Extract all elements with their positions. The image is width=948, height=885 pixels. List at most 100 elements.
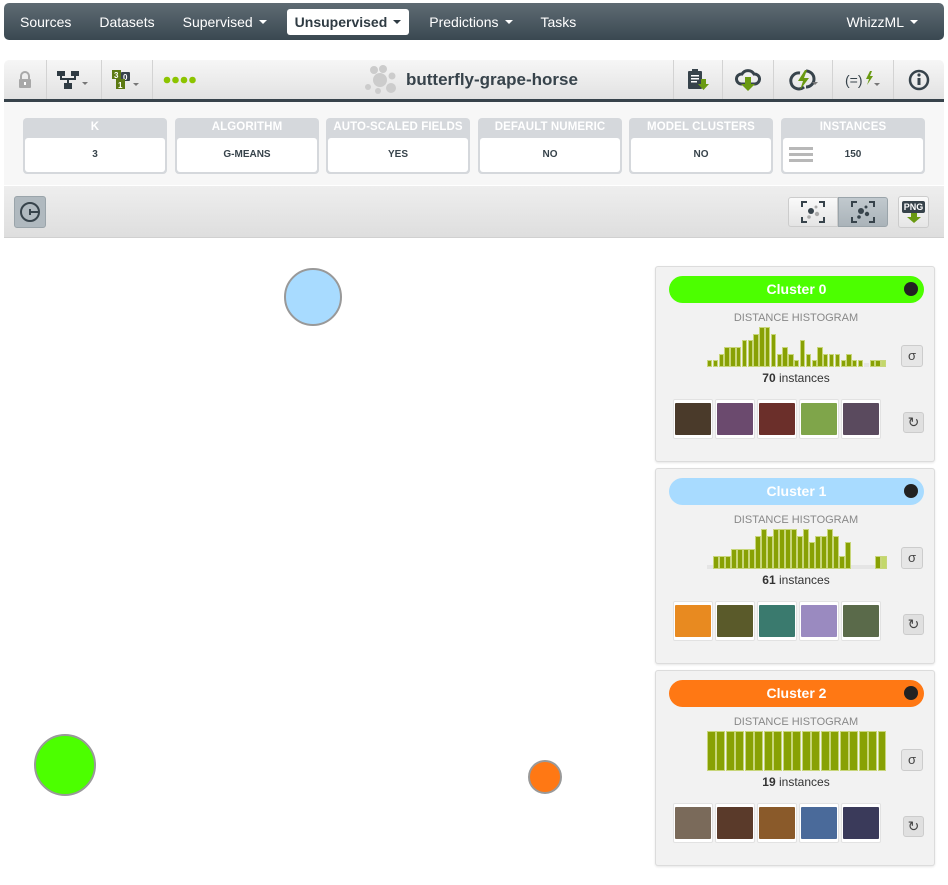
cluster-header[interactable]: Cluster 0 xyxy=(669,276,924,303)
nav-unsupervised[interactable]: Unsupervised xyxy=(286,8,410,35)
stat-value: NO xyxy=(480,138,620,172)
nav-whizzml[interactable]: WhizzML xyxy=(838,9,926,35)
thumbnail[interactable] xyxy=(715,399,755,439)
nav-tasks[interactable]: Tasks xyxy=(533,9,585,35)
histogram-bar xyxy=(840,360,846,367)
cluster-1-bubble[interactable] xyxy=(284,268,342,326)
histogram-bar xyxy=(712,360,719,367)
thumbnail[interactable] xyxy=(799,601,839,641)
histogram-bar xyxy=(817,347,823,367)
histogram-bar xyxy=(773,731,783,771)
histogram-bar xyxy=(875,360,881,367)
cluster-header[interactable]: Cluster 1 xyxy=(669,478,924,505)
histogram-bar xyxy=(773,529,779,569)
histogram-bar xyxy=(736,347,742,367)
toolbar-actions: (=) xyxy=(673,60,944,99)
distance-histogram xyxy=(707,327,887,367)
edit-pencil-icon[interactable] xyxy=(904,484,918,498)
histogram-bar xyxy=(849,731,859,771)
nav-supervised[interactable]: Supervised xyxy=(175,9,275,35)
histogram-bar xyxy=(839,731,849,771)
stat-k: K 3 xyxy=(23,118,167,174)
cluster-2-bubble[interactable] xyxy=(528,760,562,794)
thumbnail[interactable] xyxy=(841,601,881,641)
formula-predict-button[interactable]: (=) xyxy=(832,60,893,99)
fields-button[interactable]: 301 xyxy=(102,60,153,99)
download-report-button[interactable] xyxy=(673,60,722,99)
histogram-bar xyxy=(823,353,829,367)
thumbnail[interactable] xyxy=(841,803,881,843)
thumbnail[interactable] xyxy=(757,803,797,843)
histogram-bar xyxy=(707,731,716,771)
thumbnail[interactable] xyxy=(673,399,713,439)
view-clusters-button[interactable] xyxy=(788,197,838,227)
histogram-bar xyxy=(759,327,765,367)
histogram-bar xyxy=(782,731,792,771)
top-navbar: Sources Datasets Supervised Unsupervised… xyxy=(4,3,944,40)
edit-pencil-icon[interactable] xyxy=(904,686,918,700)
nav-sources[interactable]: Sources xyxy=(12,9,79,35)
cluster-header[interactable]: Cluster 2 xyxy=(669,680,924,707)
histogram-bar xyxy=(716,731,726,771)
thumbnail-image xyxy=(675,403,711,435)
thumbnail[interactable] xyxy=(757,601,797,641)
thumbnail[interactable] xyxy=(841,399,881,439)
resource-title: butterfly-grape-horse xyxy=(406,69,578,89)
stat-label: K xyxy=(90,121,100,133)
stat-value: YES xyxy=(328,138,468,172)
centroids-view-icon xyxy=(851,201,875,223)
timeline-toggle-button[interactable] xyxy=(14,196,46,228)
sigma-button[interactable]: σ xyxy=(901,547,923,569)
view-centroids-button[interactable] xyxy=(838,197,888,227)
histogram-bar xyxy=(863,363,870,367)
refresh-thumbs-button[interactable]: ↻ xyxy=(903,614,924,635)
sigma-button[interactable]: σ xyxy=(901,345,923,367)
edit-pencil-icon[interactable] xyxy=(904,282,918,296)
sigma-button[interactable]: σ xyxy=(901,749,923,771)
histogram-bar xyxy=(857,360,864,367)
histogram-bar xyxy=(779,529,785,569)
thumbnail-image xyxy=(675,807,711,839)
thumbnails xyxy=(673,601,883,641)
cluster-name: Cluster 0 xyxy=(766,281,827,297)
nav-label: Unsupervised xyxy=(294,13,388,30)
download-report-icon xyxy=(688,68,709,90)
cluster-0-bubble[interactable] xyxy=(34,734,96,796)
export-png-button[interactable]: PNG xyxy=(898,196,929,228)
refresh-icon: ↻ xyxy=(907,818,920,834)
lock-button[interactable] xyxy=(4,60,47,99)
thumbnail[interactable] xyxy=(799,399,839,439)
instance-count-value: 61 xyxy=(762,573,776,587)
resource-title-wrap: butterfly-grape-horse xyxy=(364,60,578,99)
svg-text:1: 1 xyxy=(118,81,123,90)
cluster-name: Cluster 1 xyxy=(766,483,827,499)
batch-predict-button[interactable] xyxy=(773,60,832,99)
thumbnail-image xyxy=(759,403,795,435)
histogram-bar xyxy=(737,549,743,569)
histogram-bar xyxy=(741,340,748,367)
clock-icon xyxy=(20,202,40,222)
instance-count-label: instances xyxy=(779,775,830,789)
caret-down-icon xyxy=(258,19,267,24)
info-button[interactable] xyxy=(893,60,944,99)
thumbnail[interactable] xyxy=(673,803,713,843)
thumbnail-image xyxy=(801,605,837,637)
refresh-thumbs-button[interactable]: ↻ xyxy=(903,412,924,433)
thumbnail[interactable] xyxy=(799,803,839,843)
model-tree-icon xyxy=(57,70,88,89)
thumbnail[interactable] xyxy=(715,803,755,843)
histogram-bar xyxy=(857,565,863,569)
nav-label: Sources xyxy=(20,13,72,30)
model-tree-button[interactable] xyxy=(47,60,102,99)
cloud-download-button[interactable] xyxy=(722,60,773,99)
refresh-thumbs-button[interactable]: ↻ xyxy=(903,816,924,837)
thumbnail[interactable] xyxy=(715,601,755,641)
thumbnail[interactable] xyxy=(673,601,713,641)
histogram-bar xyxy=(811,731,821,771)
histogram-bar xyxy=(828,353,835,367)
thumbnail[interactable] xyxy=(757,399,797,439)
histogram-bar xyxy=(821,535,827,569)
nav-predictions[interactable]: Predictions xyxy=(421,9,520,35)
batch-predict-icon xyxy=(789,69,818,90)
nav-datasets[interactable]: Datasets xyxy=(91,9,162,35)
